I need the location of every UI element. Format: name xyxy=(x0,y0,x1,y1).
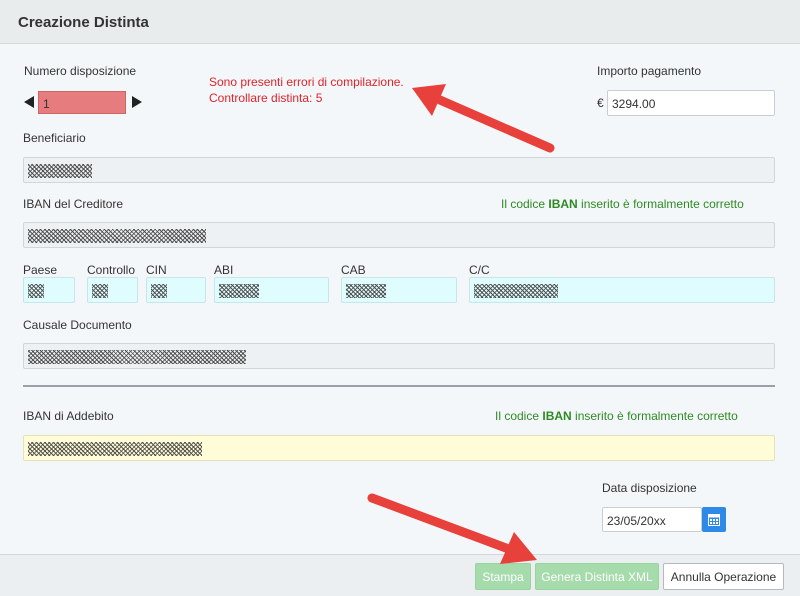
cab-label: CAB xyxy=(341,263,366,277)
redacted-text xyxy=(346,284,386,298)
numero-disposizione-label: Numero disposizione xyxy=(24,64,137,78)
triangle-left-icon[interactable] xyxy=(24,96,34,108)
status-text-bold: IBAN xyxy=(542,409,572,423)
numero-disposizione-input[interactable]: 1 xyxy=(38,91,126,114)
abi-field[interactable] xyxy=(214,277,329,303)
data-disposizione-value: 23/05/20xx xyxy=(607,514,666,528)
redacted-text xyxy=(28,350,246,364)
beneficiario-field[interactable] xyxy=(23,157,775,183)
controllo-label: Controllo xyxy=(87,263,136,277)
importo-input[interactable]: 3294.00 xyxy=(607,90,775,116)
iban-creditore-status: Il codice IBAN inserito è formalmente co… xyxy=(501,197,744,211)
stampa-button[interactable]: Stampa xyxy=(475,563,531,590)
cc-label: C/C xyxy=(469,263,490,277)
redacted-text xyxy=(28,284,44,298)
iban-addebito-field[interactable] xyxy=(23,435,775,461)
abi-label: ABI xyxy=(214,263,234,277)
status-text-bold: IBAN xyxy=(548,197,578,211)
redacted-text xyxy=(28,229,206,243)
currency-symbol: € xyxy=(597,96,604,110)
iban-addebito-status: Il codice IBAN inserito è formalmente co… xyxy=(495,409,738,423)
error-line-2: Controllare distinta: 5 xyxy=(209,91,323,105)
section-divider xyxy=(23,385,775,387)
cc-field[interactable] xyxy=(469,277,775,303)
controllo-field[interactable] xyxy=(87,277,138,303)
beneficiario-label: Beneficiario xyxy=(23,131,86,145)
cin-field[interactable] xyxy=(146,277,206,303)
paese-label: Paese xyxy=(23,263,58,277)
importo-value: 3294.00 xyxy=(612,97,656,111)
status-text-pre: Il codice xyxy=(501,197,549,211)
status-text-pre: Il codice xyxy=(495,409,543,423)
causale-field[interactable] xyxy=(23,343,775,369)
calendar-icon xyxy=(708,514,720,526)
window-header: Creazione Distinta xyxy=(0,0,800,44)
calendar-button[interactable] xyxy=(702,507,726,532)
redacted-text xyxy=(92,284,108,298)
status-text-post: inserito è formalmente corretto xyxy=(571,409,738,423)
genera-distinta-xml-button[interactable]: Genera Distinta XML xyxy=(535,563,659,590)
annulla-operazione-button[interactable]: Annulla Operazione xyxy=(663,563,784,590)
redacted-text xyxy=(28,164,92,178)
error-message: Sono presenti errori di compilazione. Co… xyxy=(209,74,404,106)
triangle-right-icon[interactable] xyxy=(132,96,142,108)
redacted-text xyxy=(28,442,202,456)
cin-label: CIN xyxy=(146,263,167,277)
iban-addebito-label: IBAN di Addebito xyxy=(23,409,114,423)
iban-creditore-field[interactable] xyxy=(23,222,775,248)
importo-label: Importo pagamento xyxy=(597,64,702,78)
numero-disposizione-value: 1 xyxy=(43,97,50,111)
iban-creditore-label: IBAN del Creditore xyxy=(23,197,124,211)
cab-field[interactable] xyxy=(341,277,457,303)
data-disposizione-input[interactable]: 23/05/20xx xyxy=(602,507,702,532)
error-line-1: Sono presenti errori di compilazione. xyxy=(209,75,404,89)
paese-field[interactable] xyxy=(23,277,75,303)
page-title: Creazione Distinta xyxy=(18,14,149,31)
redacted-text xyxy=(151,284,167,298)
redacted-text xyxy=(474,284,558,298)
causale-label: Causale Documento xyxy=(23,318,132,332)
annotation-arrow-top xyxy=(412,84,555,153)
data-disposizione-label: Data disposizione xyxy=(602,481,697,495)
status-text-post: inserito è formalmente corretto xyxy=(577,197,744,211)
redacted-text xyxy=(219,284,259,298)
